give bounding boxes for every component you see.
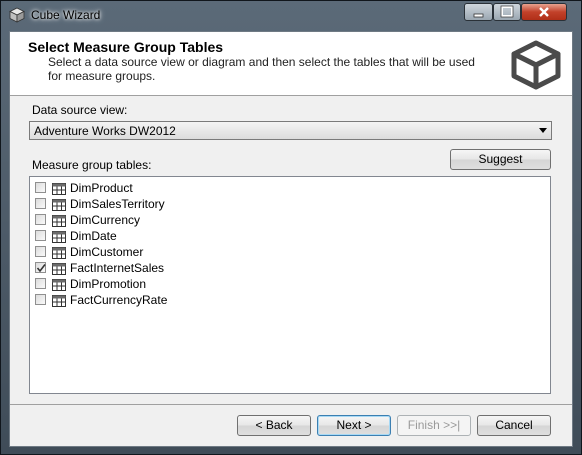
cancel-button[interactable]: Cancel xyxy=(477,415,551,436)
cube-icon xyxy=(9,7,25,23)
window-title: Cube Wizard xyxy=(31,8,101,22)
checkbox[interactable] xyxy=(35,246,46,257)
maximize-icon xyxy=(500,5,514,18)
table-name: DimDate xyxy=(70,229,117,243)
checkbox[interactable] xyxy=(35,262,46,273)
maximize-button[interactable] xyxy=(493,3,521,21)
close-button[interactable] xyxy=(521,3,567,21)
table-name: FactInternetSales xyxy=(70,261,165,275)
table-name: DimProduct xyxy=(70,181,133,195)
checkbox[interactable] xyxy=(35,214,46,225)
table-icon xyxy=(52,294,66,312)
table-name: DimPromotion xyxy=(70,277,147,291)
data-source-dropdown[interactable]: Adventure Works DW2012 xyxy=(29,121,552,140)
page-title: Select Measure Group Tables xyxy=(28,39,224,55)
list-item[interactable]: DimPromotion xyxy=(35,276,335,292)
list-item[interactable]: DimSalesTerritory xyxy=(35,196,335,212)
checkbox[interactable] xyxy=(35,230,46,241)
checkbox[interactable] xyxy=(35,182,46,193)
cube-icon xyxy=(511,40,561,90)
list-item[interactable]: DimCustomer xyxy=(35,244,335,260)
cube-wizard-window: Cube Wizard Select Measure Group Tables … xyxy=(0,0,582,455)
data-source-value: Adventure Works DW2012 xyxy=(34,124,176,138)
measure-tables-label: Measure group tables: xyxy=(32,158,152,172)
checkbox[interactable] xyxy=(35,278,46,289)
table-name: DimCustomer xyxy=(70,245,144,259)
back-button[interactable]: < Back xyxy=(237,415,311,436)
table-name: DimCurrency xyxy=(70,213,141,227)
list-item[interactable]: DimDate xyxy=(35,228,335,244)
list-item[interactable]: FactCurrencyRate xyxy=(35,292,335,308)
table-name: DimSalesTerritory xyxy=(70,197,165,211)
minimize-icon xyxy=(473,13,484,18)
title-bar[interactable]: Cube Wizard xyxy=(1,1,581,31)
finish-button: Finish >>| xyxy=(397,415,471,436)
checkbox[interactable] xyxy=(35,294,46,305)
table-name: FactCurrencyRate xyxy=(70,293,168,307)
next-button[interactable]: Next > xyxy=(317,415,391,436)
minimize-button[interactable] xyxy=(464,3,493,21)
close-icon xyxy=(539,7,549,17)
checkbox[interactable] xyxy=(35,198,46,209)
measure-tables-list[interactable]: DimProduct DimSalesTerritory DimCurrency Di… xyxy=(29,176,551,394)
data-source-label: Data source view: xyxy=(32,103,128,117)
wizard-body: Select Measure Group Tables Select a dat… xyxy=(9,31,573,447)
page-description: Select a data source view or diagram and… xyxy=(48,55,475,83)
suggest-button[interactable]: Suggest xyxy=(450,149,551,170)
checkmark-icon xyxy=(36,264,46,273)
chevron-down-icon xyxy=(539,128,547,133)
list-item[interactable]: FactInternetSales xyxy=(35,260,335,276)
wizard-header: Select Measure Group Tables Select a dat… xyxy=(10,32,572,96)
list-item[interactable]: DimProduct xyxy=(35,180,335,196)
list-item[interactable]: DimCurrency xyxy=(35,212,335,228)
divider xyxy=(10,404,572,405)
